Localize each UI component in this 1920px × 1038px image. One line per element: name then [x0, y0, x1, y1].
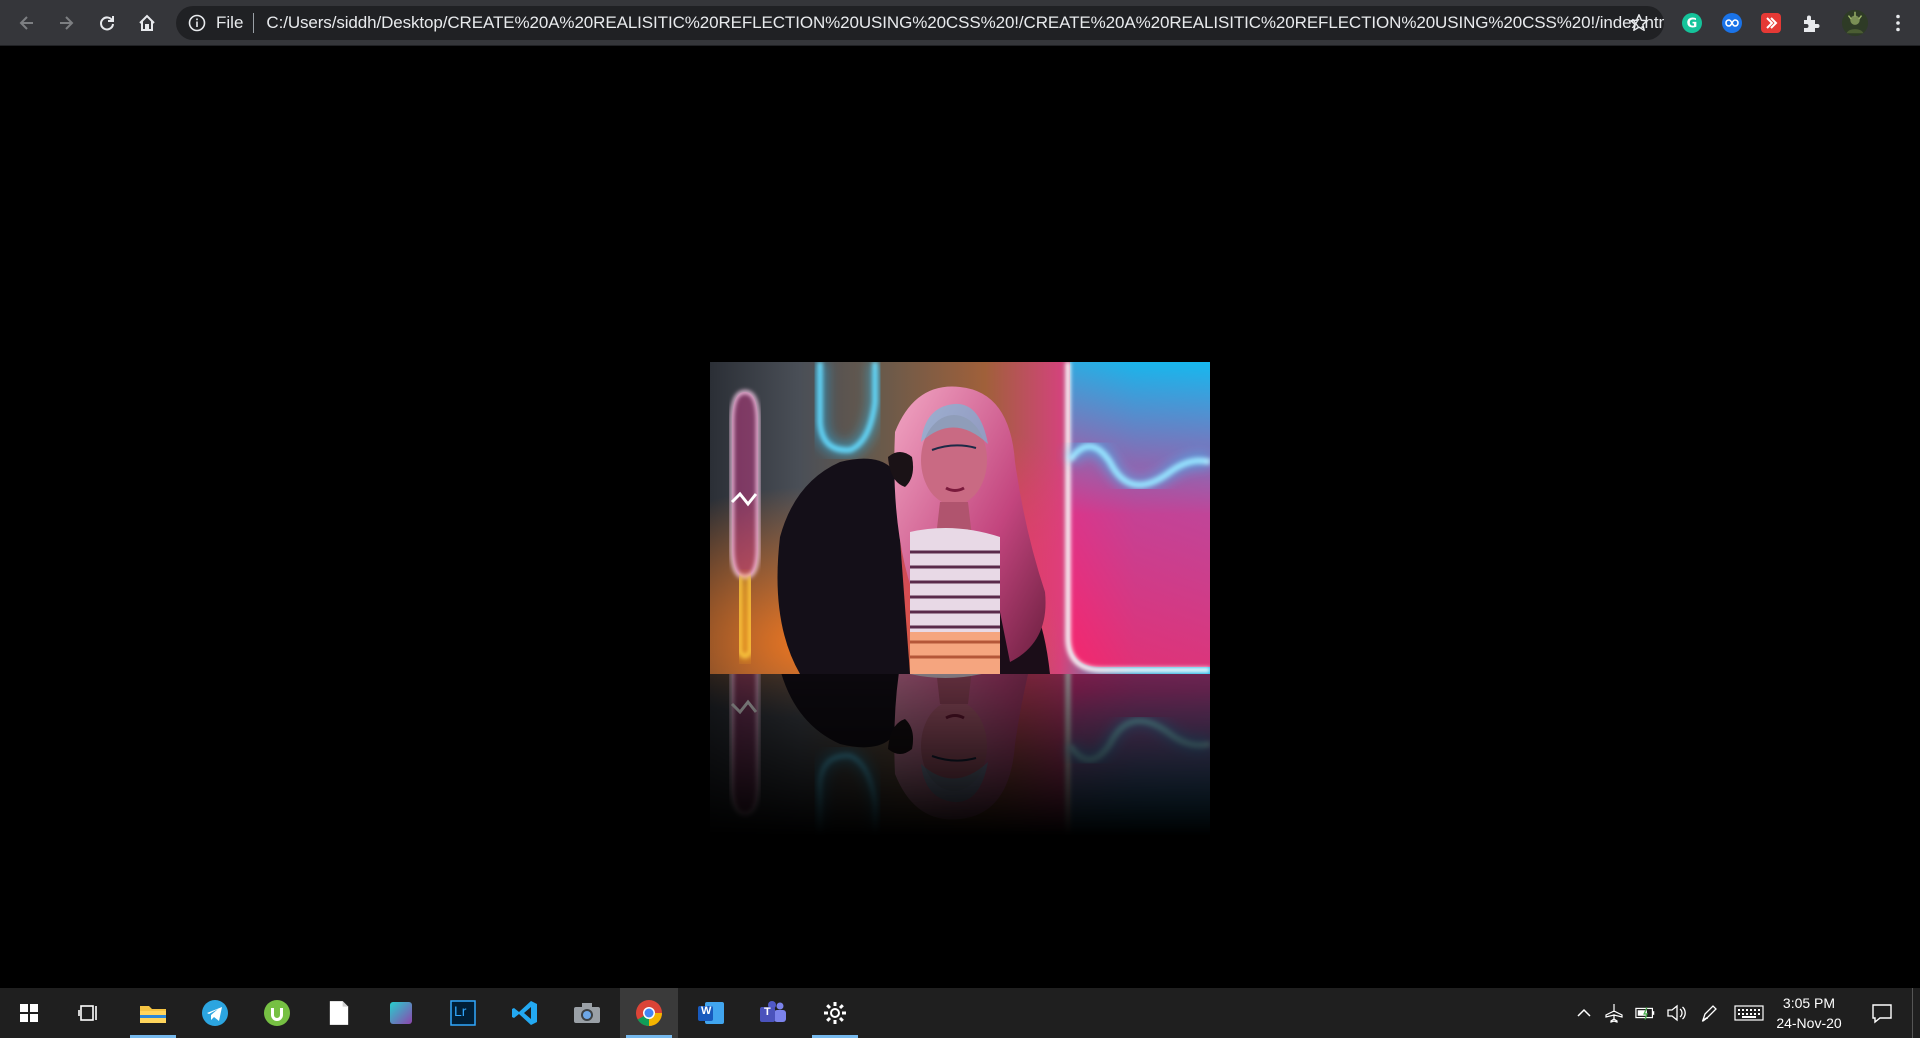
- show-desktop-button[interactable]: [1912, 988, 1920, 1038]
- show-hidden-icons-button[interactable]: [1572, 988, 1596, 1038]
- url-text[interactable]: C:/Users/siddh/Desktop/CREATE%20A%20REAL…: [266, 13, 1664, 33]
- address-bar[interactable]: File C:/Users/siddh/Desktop/CREATE%20A%2…: [176, 6, 1664, 40]
- vscode-button[interactable]: [496, 988, 554, 1038]
- portrait-illustration: [710, 362, 1210, 674]
- chrome-icon: [636, 1000, 662, 1027]
- teams-button[interactable]: T: [744, 988, 802, 1038]
- start-icon: [20, 1004, 38, 1022]
- word-button[interactable]: W: [682, 988, 740, 1038]
- notepad-icon: [329, 1001, 349, 1025]
- clock-date: 24-Nov-20: [1776, 1015, 1842, 1031]
- vscode-icon: [512, 1001, 537, 1025]
- page-content: [0, 47, 1920, 988]
- camera-button[interactable]: [558, 988, 616, 1038]
- chevron-up-icon: [1577, 1008, 1591, 1017]
- home-icon: [139, 14, 155, 31]
- image-reflection: [710, 674, 1210, 844]
- task-view-icon: [78, 1005, 97, 1021]
- back-button[interactable]: [7, 3, 47, 43]
- system-clock[interactable]: 3:05 PM 24-Nov-20: [1764, 993, 1854, 1033]
- forward-arrow-icon: [60, 16, 74, 30]
- back-arrow-icon: [19, 16, 33, 30]
- profile-avatar[interactable]: [1840, 8, 1870, 38]
- notification-icon: [1872, 1004, 1892, 1024]
- utorrent-button[interactable]: [248, 988, 306, 1038]
- battery-tray[interactable]: [1632, 988, 1660, 1038]
- svg-text:G: G: [1687, 17, 1698, 32]
- action-center-button[interactable]: [1864, 988, 1900, 1038]
- notepad-button[interactable]: [310, 988, 368, 1038]
- windows-taskbar: Lr W T 3:05 PM 24-Nov-20: [0, 988, 1920, 1038]
- reload-button[interactable]: [87, 3, 127, 43]
- reload-icon: [100, 16, 114, 31]
- volume-icon: [1667, 1004, 1686, 1022]
- grammarly-icon[interactable]: G: [1679, 10, 1705, 36]
- home-button[interactable]: [127, 3, 167, 43]
- info-icon[interactable]: [188, 14, 206, 32]
- chrome-button[interactable]: [620, 988, 678, 1038]
- gradient-app-button[interactable]: [372, 988, 430, 1038]
- airplane-icon: [1605, 1004, 1623, 1023]
- neon-portrait-image: [710, 362, 1210, 674]
- address-separator: [253, 13, 255, 33]
- loop-extension-icon[interactable]: [1719, 10, 1745, 36]
- file-explorer-button[interactable]: [124, 988, 182, 1038]
- bookmark-star-icon[interactable]: [1628, 12, 1650, 34]
- start-button[interactable]: [0, 988, 58, 1038]
- keyboard-icon: [1734, 1005, 1764, 1021]
- red-extension-icon[interactable]: [1758, 10, 1784, 36]
- scheme-label: File: [216, 13, 244, 32]
- lightroom-label: Lr: [454, 1003, 467, 1019]
- file-explorer-icon: [140, 1006, 166, 1023]
- camera-icon: [574, 1003, 600, 1023]
- utorrent-icon: [264, 1000, 290, 1026]
- forward-button[interactable]: [46, 3, 86, 43]
- browser-toolbar: File C:/Users/siddh/Desktop/CREATE%20A%2…: [0, 0, 1920, 46]
- settings-button[interactable]: [806, 988, 864, 1038]
- settings-icon: [824, 1002, 846, 1024]
- teams-label: T: [764, 1006, 771, 1018]
- clock-time: 3:05 PM: [1782, 995, 1836, 1011]
- airplane-mode-tray[interactable]: [1600, 988, 1628, 1038]
- pen-icon: [1701, 1005, 1717, 1022]
- telegram-icon: [202, 1000, 228, 1026]
- word-label: W: [701, 1005, 712, 1017]
- reflection-illustration: [710, 674, 1210, 844]
- app-icon: [390, 1002, 412, 1024]
- telegram-button[interactable]: [186, 988, 244, 1038]
- volume-tray[interactable]: [1662, 988, 1690, 1038]
- battery-icon: [1635, 1007, 1655, 1020]
- chrome-menu-icon[interactable]: [1885, 10, 1911, 36]
- pen-workspace-tray[interactable]: [1696, 988, 1724, 1038]
- puzzle-icon[interactable]: [1798, 10, 1824, 36]
- lightroom-button[interactable]: Lr: [434, 988, 492, 1038]
- touch-keyboard-tray[interactable]: [1732, 988, 1766, 1038]
- task-view-button[interactable]: [60, 988, 118, 1038]
